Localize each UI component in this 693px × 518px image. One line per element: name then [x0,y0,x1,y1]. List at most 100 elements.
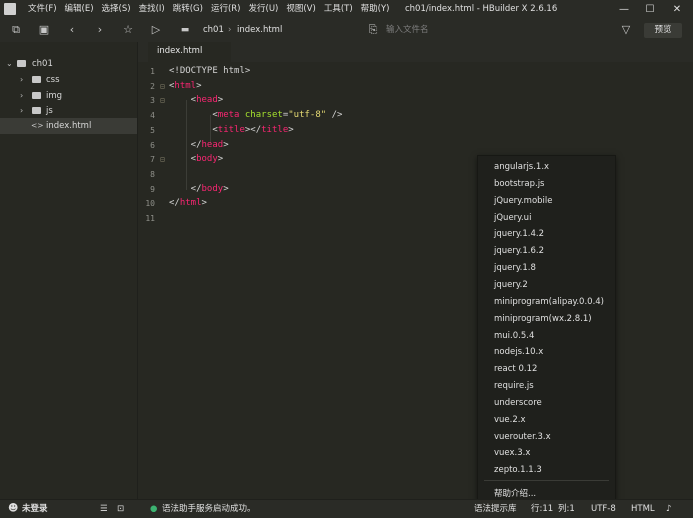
project-explorer: ⌄ ch01 › css › img › js <> index.html [0,42,138,499]
star-icon[interactable]: ☆ [120,22,136,38]
new-file-icon[interactable]: ⧉ [8,22,24,38]
line-number: 2 [150,81,155,91]
popup-library-item[interactable]: underscore [494,395,542,411]
notification-bell-icon[interactable]: ♪ [666,500,671,518]
popup-library-item[interactable]: jQuery.mobile [494,193,553,209]
line-number: 7 [150,155,155,165]
save-icon[interactable]: ▣ [36,22,52,38]
filter-icon[interactable]: ▽ [618,22,634,38]
breadcrumb-separator: › [228,25,232,35]
line-number: 10 [145,199,155,209]
breadcrumb-project[interactable]: ch01 [203,19,224,42]
popup-library-item[interactable]: jquery.1.4.2 [494,226,544,242]
menu-tools[interactable]: 工具(T) [320,0,357,19]
menu-find[interactable]: 查找(I) [135,0,169,19]
code-text: <head> [169,95,224,106]
status-message: 语法助手服务启动成功。 [162,504,256,514]
line-number: 5 [150,125,155,135]
file-search-input[interactable]: 输入文件名 [386,19,429,42]
popup-library-item[interactable]: require.js [494,378,534,394]
status-bar: ☻ 未登录 ☰ ⊡ ● 语法助手服务启动成功。 语法提示库 行:11 列:1 U… [0,499,693,518]
collapsed-chevron-icon: › [20,106,24,115]
popup-library-item[interactable]: miniprogram(wx.2.8.1) [494,311,592,327]
menu-select[interactable]: 选择(S) [98,0,135,19]
run-icon[interactable]: ▷ [148,22,164,38]
folder-icon: ▬ [180,25,190,35]
popup-library-item[interactable]: jQuery.ui [494,210,531,226]
maximize-icon[interactable]: ☐ [638,0,662,19]
minimize-icon[interactable]: — [612,0,636,19]
breadcrumb-file[interactable]: index.html [237,19,282,42]
tree-folder-js[interactable]: › js [0,103,137,119]
back-icon[interactable]: ‹ [64,22,80,38]
popup-library-item[interactable]: jquery.1.6.2 [494,243,544,259]
tree-project-ch01[interactable]: ⌄ ch01 [0,56,137,72]
collapsed-chevron-icon: › [20,91,24,100]
code-text: </head> [169,139,229,150]
line-number: 6 [150,140,155,150]
language-indicator[interactable]: HTML [631,500,655,518]
login-status[interactable]: 未登录 [22,500,48,518]
file-search-icon: ⎘ [368,23,378,36]
popup-library-item[interactable]: bootstrap.js [494,176,544,192]
toolbar: ⧉ ▣ ‹ › ☆ ▷ ▬ ch01 › index.html ⎘ 输入文件名 … [0,19,693,42]
popup-library-item[interactable]: angularjs.1.x [494,159,549,175]
popup-library-item[interactable]: react 0.12 [494,361,537,377]
menu-goto[interactable]: 跳转(G) [169,0,207,19]
tree-folder-css[interactable]: › css [0,72,137,88]
popup-library-item[interactable]: miniprogram(alipay.0.0.4) [494,294,604,310]
menu-run[interactable]: 运行(R) [207,0,245,19]
line-number: 1 [150,67,155,76]
popup-divider [484,480,609,481]
popup-library-item[interactable]: jquery.1.8 [494,260,536,276]
preview-button[interactable]: 预览 [644,23,682,38]
collapsed-chevron-icon: › [20,75,24,84]
project-icon [17,60,26,67]
code-line[interactable]: 2 ⊟ <html> [138,79,693,94]
menu-publish[interactable]: 发行(U) [245,0,283,19]
folder-icon [32,92,41,99]
line-number: 3 [150,96,155,106]
fold-toggle-icon[interactable]: ⊟ [160,93,165,108]
success-icon: ● [150,504,158,514]
console-icon[interactable]: ⊡ [117,500,124,518]
tree-label: js [46,106,53,116]
encoding-indicator[interactable]: UTF-8 [591,500,616,518]
popup-library-item[interactable]: vue.2.x [494,412,526,428]
popup-library-item[interactable]: vuerouter.3.x [494,429,551,445]
popup-library-item[interactable]: mui.0.5.4 [494,328,534,344]
fold-toggle-icon[interactable]: ⊟ [160,152,165,167]
popup-library-item[interactable]: jquery.2 [494,277,528,293]
popup-library-item[interactable]: zepto.1.1.3 [494,462,542,478]
code-text: <body> [169,154,224,165]
code-line[interactable]: 1 <!DOCTYPE html> [138,64,693,79]
code-line[interactable]: 3 ⊟ <head> [138,93,693,108]
forward-icon[interactable]: › [92,22,108,38]
code-line[interactable]: 6 </head> [138,138,693,153]
code-text: <!DOCTYPE html> [169,66,251,76]
code-text: </html> [169,198,207,209]
title-bar: 文件(F) 编辑(E) 选择(S) 查找(I) 跳转(G) 运行(R) 发行(U… [0,0,693,19]
tree-file-index-html[interactable]: <> index.html [0,118,137,134]
user-icon: ☻ [8,503,19,514]
close-icon[interactable]: ✕ [665,0,689,19]
tree-folder-img[interactable]: › img [0,88,137,104]
syntax-library-button[interactable]: 语法提示库 [474,500,517,518]
tab-index-html[interactable]: index.html [148,42,231,62]
library-suggestion-popup: 帮助介绍... angularjs.1.x bootstrap.js jQuery.… [477,155,616,503]
menu-help[interactable]: 帮助(Y) [357,0,394,19]
fold-toggle-icon[interactable]: ⊟ [160,79,165,94]
line-number: 4 [150,111,155,121]
popup-library-item[interactable]: vuex.3.x [494,445,530,461]
menu-view[interactable]: 视图(V) [282,0,319,19]
code-text: <title></title> [169,124,294,135]
menu-file[interactable]: 文件(F) [24,0,61,19]
column-indicator[interactable]: 列:1 [558,500,575,518]
menu-edit[interactable]: 编辑(E) [61,0,98,19]
code-text: <html> [169,80,202,91]
code-line[interactable]: 5 <title></title> [138,123,693,138]
code-line[interactable]: 4 <meta charset="utf-8" /> [138,108,693,123]
line-indicator[interactable]: 行:11 [531,500,553,518]
popup-library-item[interactable]: nodejs.10.x [494,344,543,360]
list-icon[interactable]: ☰ [100,500,108,518]
